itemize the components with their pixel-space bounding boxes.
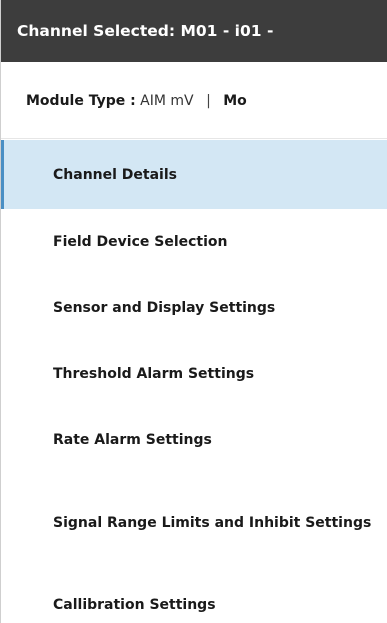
nav-item-label: Signal Range Limits and Inhibit Settings xyxy=(53,514,372,531)
nav-item-rate-alarm-settings[interactable]: Rate Alarm Settings xyxy=(1,407,387,473)
module-type-value: AIM mV xyxy=(140,93,194,109)
nav-item-field-device-selection[interactable]: Field Device Selection xyxy=(1,209,387,275)
channel-config-panel: Channel Selected: M01 - i01 - Module Typ… xyxy=(0,0,387,623)
nav-item-sensor-display-settings[interactable]: Sensor and Display Settings xyxy=(1,275,387,341)
module-info-separator: | xyxy=(206,93,211,109)
nav-item-label: Threshold Alarm Settings xyxy=(53,366,255,382)
nav-item-label: Channel Details xyxy=(53,166,177,183)
nav-item-threshold-alarm-settings[interactable]: Threshold Alarm Settings xyxy=(1,341,387,407)
nav-item-label: Field Device Selection xyxy=(53,234,228,250)
nav-item-calibration-settings[interactable]: Callibration Settings xyxy=(1,572,387,623)
nav-item-signal-range-limits[interactable]: Signal Range Limits and Inhibit Settings xyxy=(1,473,387,572)
nav-item-label: Rate Alarm Settings xyxy=(53,432,212,448)
module-type-label: Module Type : xyxy=(26,93,136,109)
nav-item-label: Sensor and Display Settings xyxy=(53,300,276,316)
nav-item-label: Callibration Settings xyxy=(53,597,216,613)
channel-title: Channel Selected: M01 - i01 - xyxy=(17,22,274,40)
module-info-bar: Module Type : AIM mV | Mo xyxy=(1,62,387,139)
settings-nav: Channel Details Field Device Selection S… xyxy=(1,140,387,623)
channel-title-bar: Channel Selected: M01 - i01 - xyxy=(1,0,387,62)
module-next-label: Mo xyxy=(223,93,247,109)
nav-item-channel-details[interactable]: Channel Details xyxy=(1,140,387,209)
